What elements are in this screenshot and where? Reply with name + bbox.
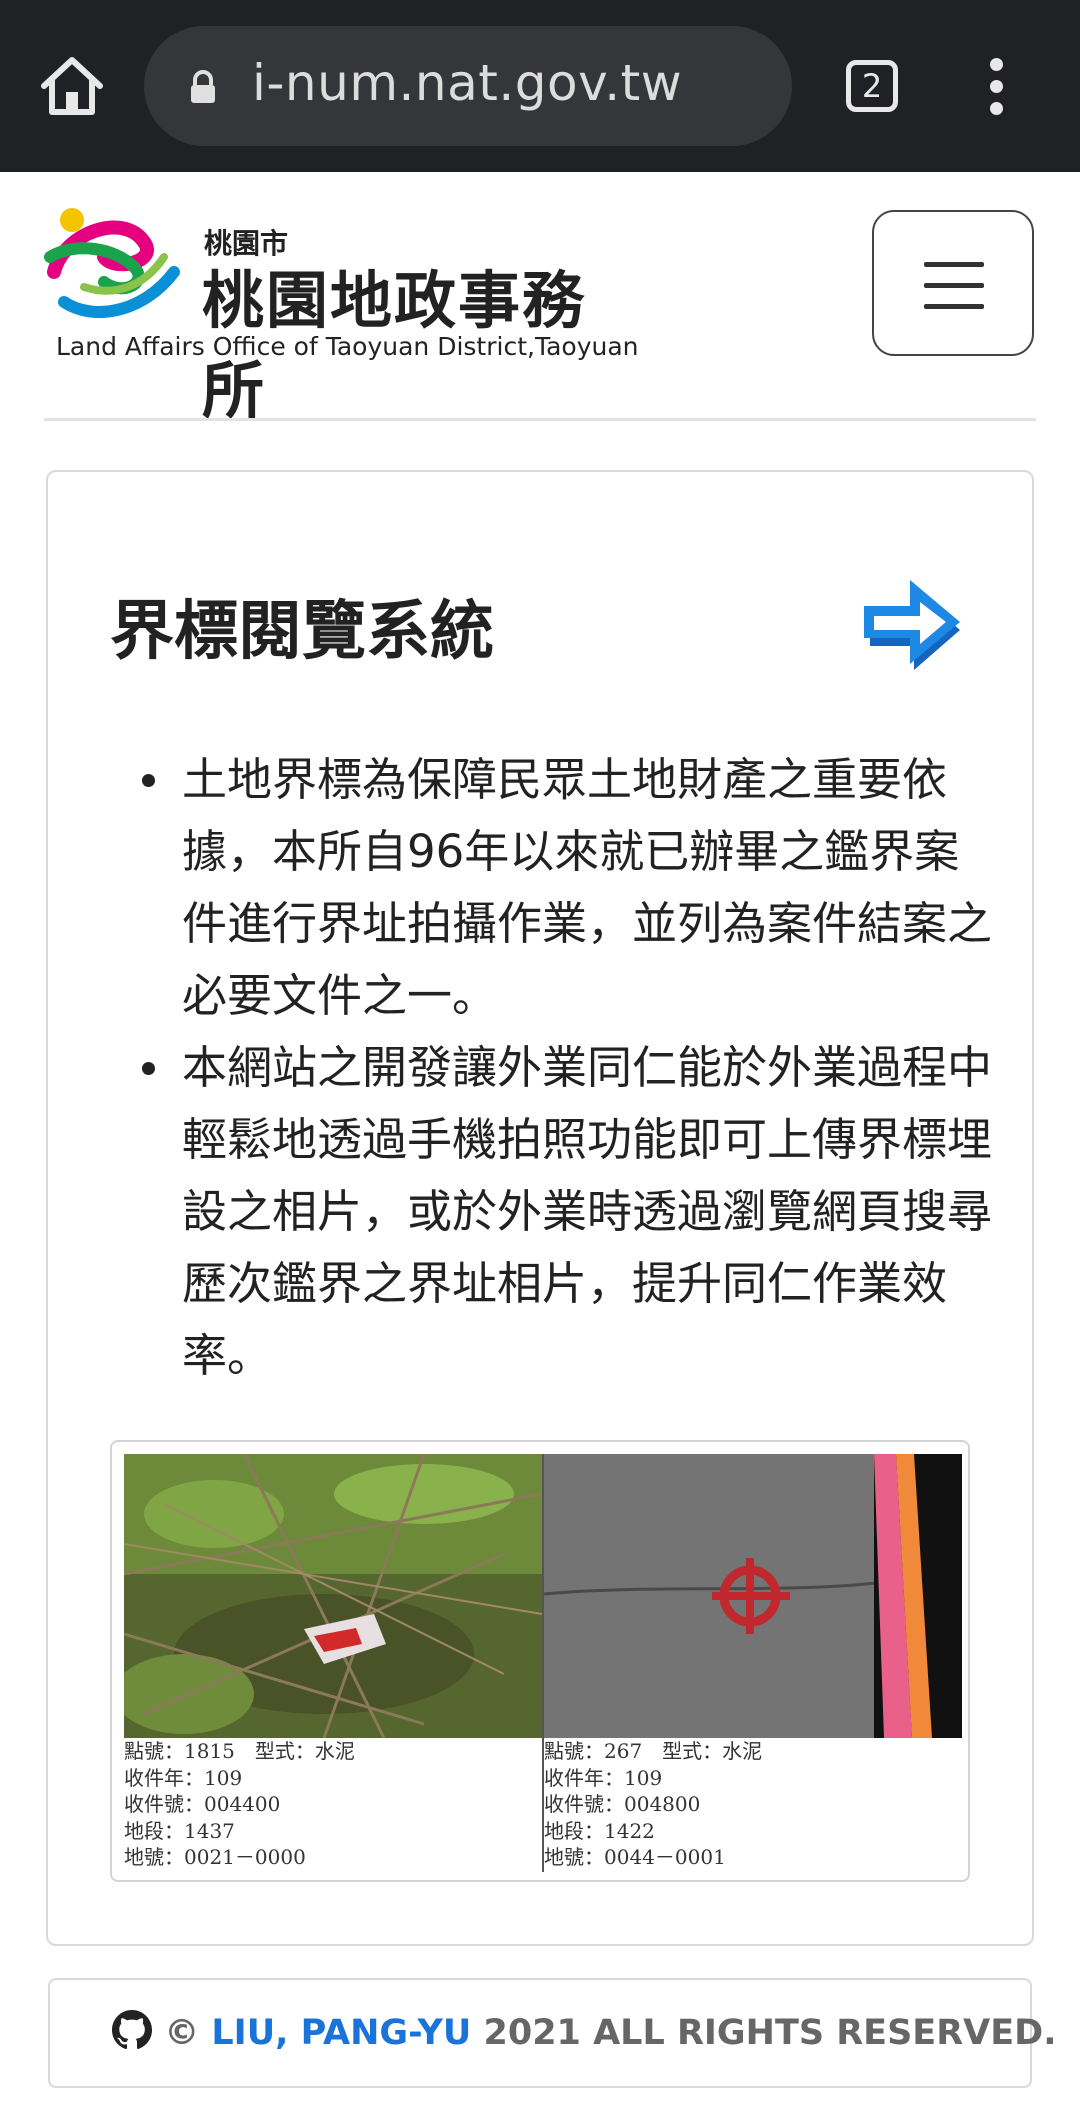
- github-icon[interactable]: [112, 2010, 152, 2050]
- more-dot-icon: [989, 80, 1003, 93]
- home-icon: [41, 57, 103, 115]
- point-number-text: 點號：1815 型式：水泥: [124, 1739, 355, 1763]
- url-text: i-num.nat.gov.tw: [252, 54, 683, 112]
- card-title: 界標閱覽系統: [110, 595, 494, 669]
- logo-english-name: Land Affairs Office of Taoyuan District,…: [56, 332, 639, 361]
- list-item: 土地界標為保障民眾土地財產之重要依據，本所自96年以來就已辦畢之鑑界案件進行界址…: [142, 744, 1002, 1032]
- author-link[interactable]: LIU, PANG-YU: [211, 2013, 471, 2053]
- land-section-text: 地段：1422: [544, 1818, 655, 1843]
- menu-toggle-button[interactable]: [872, 210, 1034, 356]
- receipt-year-text: 收件年：109: [124, 1765, 243, 1790]
- boundary-marker-photo: [124, 1454, 542, 1738]
- right-arrow-icon: [864, 580, 960, 670]
- browser-toolbar: i-num.nat.gov.tw 2: [0, 0, 1080, 172]
- hamburger-icon: [924, 262, 984, 267]
- lock-icon: [191, 70, 215, 103]
- more-dot-icon: [989, 102, 1003, 115]
- more-dot-icon: [989, 58, 1003, 71]
- header-divider: [44, 418, 1036, 421]
- photo-caption: 點號：267 型式：水泥 收件年：109 收件號：004800 地段：1422 …: [544, 1738, 962, 1871]
- overflow-menu-button[interactable]: [984, 58, 1008, 118]
- hamburger-icon: [924, 283, 984, 288]
- address-bar[interactable]: i-num.nat.gov.tw: [144, 26, 792, 146]
- land-number-text: 地號：0044－0001: [544, 1845, 726, 1869]
- home-button[interactable]: [36, 50, 108, 122]
- site-footer: © LIU, PANG-YU 2021 ALL RIGHTS RESERVED.: [48, 1978, 1057, 2088]
- info-card: 界標閱覽系統 土地界標為保障民眾土地財產之重要依據，本所自96年以來就已辦畢之鑑…: [46, 470, 1034, 1946]
- list-item: 本網站之開發讓外業同仁能於外業過程中輕鬆地透過手機拍照功能即可上傳界標埋設之相片…: [142, 1032, 1002, 1392]
- receipt-number-text: 收件號：004800: [544, 1792, 701, 1816]
- site-logo[interactable]: 桃園市 桃園地政事務所 Land Affairs Office of Taoyu…: [44, 202, 644, 427]
- sample-photos: 點號：1815 型式：水泥 收件年：109 收件號：004400 地段：1437…: [110, 1440, 970, 1882]
- copyright-line: © LIU, PANG-YU 2021 ALL RIGHTS RESERVED.: [112, 2010, 1057, 2060]
- boundary-marker-photo: [544, 1454, 962, 1738]
- enter-system-link[interactable]: [864, 576, 970, 676]
- description-list: 土地界標為保障民眾土地財產之重要依據，本所自96年以來就已辦畢之鑑界案件進行界址…: [142, 744, 1002, 1392]
- tab-switcher-button[interactable]: 2: [846, 60, 898, 112]
- receipt-number-text: 收件號：004400: [124, 1792, 281, 1816]
- receipt-year-text: 收件年：109: [544, 1765, 663, 1790]
- land-section-text: 地段：1437: [124, 1818, 235, 1843]
- photo-card: 點號：1815 型式：水泥 收件年：109 收件號：004400 地段：1437…: [124, 1454, 542, 1874]
- photo-card: 點號：267 型式：水泥 收件年：109 收件號：004800 地段：1422 …: [544, 1454, 962, 1874]
- hamburger-icon: [924, 304, 984, 309]
- photo-caption: 點號：1815 型式：水泥 收件年：109 收件號：004400 地段：1437…: [124, 1738, 542, 1871]
- land-number-text: 地號：0021－0000: [124, 1845, 306, 1869]
- point-number-text: 點號：267 型式：水泥: [544, 1739, 763, 1763]
- logo-emblem-icon: [44, 208, 180, 318]
- rights-text: 2021 ALL RIGHTS RESERVED.: [483, 2013, 1057, 2053]
- copyright-symbol: ©: [164, 2013, 200, 2053]
